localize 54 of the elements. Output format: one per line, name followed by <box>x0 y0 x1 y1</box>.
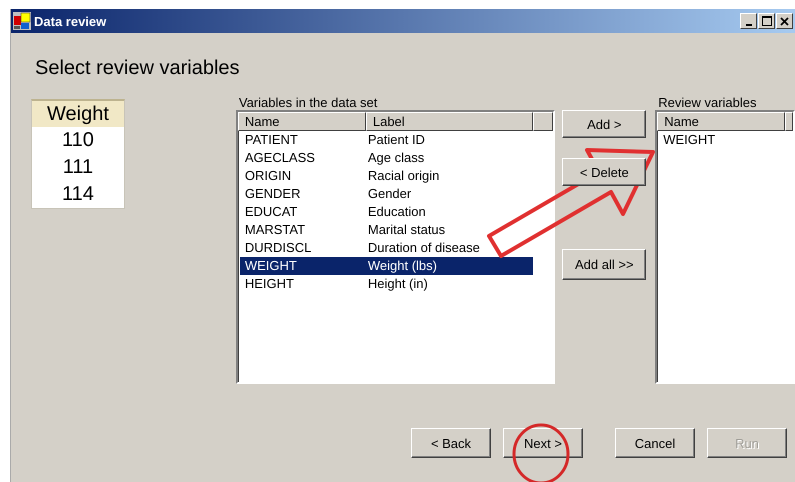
variable-name: EDUCAT <box>244 203 298 221</box>
list-row[interactable]: HEIGHT Height (in) <box>240 275 533 293</box>
list-row[interactable]: MARSTAT Marital status <box>240 221 533 239</box>
variable-label: Education <box>368 203 427 221</box>
table-cell-text: 111 <box>62 155 94 180</box>
window-title: Data review <box>34 14 106 28</box>
variable-name: DURDISCL <box>244 239 312 257</box>
wizard-button[interactable]: Cancel <box>615 428 695 458</box>
column-header: Weight <box>32 101 124 127</box>
variable-name: AGECLASS <box>244 149 316 167</box>
variable-label: Patient ID <box>368 131 426 149</box>
table-cell-text: 110 <box>60 128 95 153</box>
variable-label: Racial origin <box>368 167 440 185</box>
variable-label: Duration of disease <box>368 239 481 257</box>
variable-name: ORIGIN <box>244 167 292 185</box>
list-row[interactable]: GENDER Gender <box>240 185 533 203</box>
column-header[interactable]: Name <box>657 112 786 131</box>
variable-label: Marital status <box>368 221 446 239</box>
variable-name: MARSTAT <box>244 221 306 239</box>
close-icon <box>780 16 789 26</box>
app-icon <box>13 12 31 30</box>
column-header[interactable]: Label <box>366 112 533 131</box>
list-row[interactable]: AGECLASS Age class <box>240 149 533 167</box>
list-label: Variables in the data set <box>238 95 378 110</box>
list-row[interactable]: ORIGIN Racial origin <box>240 167 533 185</box>
variable-name: HEIGHT <box>244 275 295 293</box>
minimize-button[interactable] <box>740 13 757 29</box>
page-heading: Select review variables <box>35 57 241 81</box>
wizard-button[interactable]: Next > <box>503 428 583 458</box>
maximize-icon <box>762 16 772 26</box>
maximize-button[interactable] <box>758 13 775 29</box>
list-row[interactable]: WEIGHT Weight (lbs) <box>240 257 533 275</box>
variable-name: WEIGHT <box>244 257 298 275</box>
move-button[interactable]: < Delete <box>562 158 646 186</box>
variable-label: Gender <box>368 185 412 203</box>
circle-annotation <box>512 424 570 482</box>
list-row[interactable]: WEIGHT <box>663 131 794 149</box>
minimize-icon <box>746 24 752 26</box>
variable-label: Age class <box>368 149 426 167</box>
close-button[interactable] <box>776 13 793 29</box>
variable-name: WEIGHT <box>663 131 716 149</box>
move-button[interactable]: Add all >> <box>562 249 646 280</box>
list-row[interactable]: EDUCAT Education <box>240 203 533 221</box>
wizard-button[interactable]: < Back <box>411 428 491 458</box>
move-button[interactable]: Add > <box>562 110 646 138</box>
variable-name: GENDER <box>244 185 302 203</box>
variable-name: PATIENT <box>244 131 299 149</box>
variable-label: Weight (lbs) <box>368 257 438 275</box>
list-label: Review variables <box>657 95 758 110</box>
list-row[interactable]: PATIENT Patient ID <box>240 131 533 149</box>
column-header[interactable]: Name <box>238 112 366 131</box>
variable-label: Height (in) <box>368 275 429 293</box>
list-row[interactable]: DURDISCL Duration of disease <box>240 239 533 257</box>
table-cell-text: 114 <box>60 182 95 207</box>
